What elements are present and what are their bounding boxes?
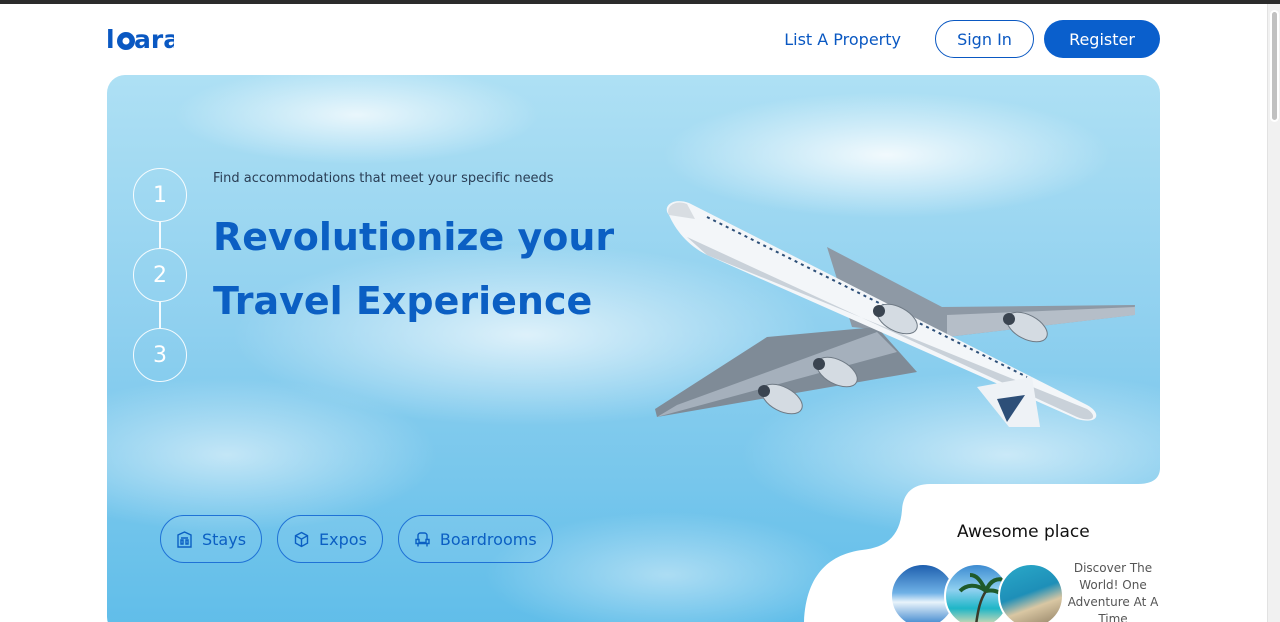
- headline-line-2: Travel Experience: [213, 279, 593, 323]
- chip-stays[interactable]: Stays: [160, 515, 263, 563]
- card-tagline: Discover The World! One Adventure At A T…: [1067, 561, 1159, 622]
- register-button[interactable]: Register: [1044, 20, 1160, 58]
- svg-text:l: l: [106, 25, 115, 54]
- destination-thumbnails[interactable]: [890, 563, 1070, 622]
- step-connector: [159, 302, 161, 328]
- chip-label: Boardrooms: [439, 529, 537, 549]
- hotel-icon: [177, 530, 192, 548]
- step-2[interactable]: 2: [133, 248, 187, 302]
- laara-logo[interactable]: l ara: [106, 22, 174, 56]
- armchair-icon: [415, 531, 430, 546]
- headline-line-1: Revolutionize your: [213, 215, 615, 259]
- browser-top-edge: [0, 0, 1280, 4]
- list-property-link[interactable]: List A Property: [784, 30, 901, 49]
- chip-expos[interactable]: Expos: [277, 515, 383, 563]
- top-nav: List A Property Sign In Register: [784, 20, 1160, 58]
- page-scrollbar[interactable]: [1267, 4, 1280, 622]
- step-1[interactable]: 1: [133, 168, 187, 222]
- step-connector: [159, 222, 161, 248]
- cube-icon: [294, 531, 309, 547]
- hero-headline: Revolutionize your Travel Experience: [213, 205, 673, 333]
- chip-boardrooms[interactable]: Boardrooms: [397, 515, 553, 563]
- thumbnail-coastal-cliff[interactable]: [998, 563, 1064, 622]
- category-chips: Stays Expos Boardrooms: [160, 515, 568, 563]
- hero-subtitle: Find accommodations that meet your speci…: [213, 171, 554, 186]
- step-3[interactable]: 3: [133, 328, 187, 382]
- card-title: Awesome place: [957, 522, 1090, 542]
- airplane-image: [655, 201, 1135, 427]
- scrollbar-thumb[interactable]: [1270, 10, 1279, 122]
- svg-text:ara: ara: [134, 25, 174, 54]
- sign-in-button[interactable]: Sign In: [935, 20, 1034, 58]
- chip-label: Stays: [202, 529, 247, 549]
- chip-label: Expos: [319, 529, 367, 549]
